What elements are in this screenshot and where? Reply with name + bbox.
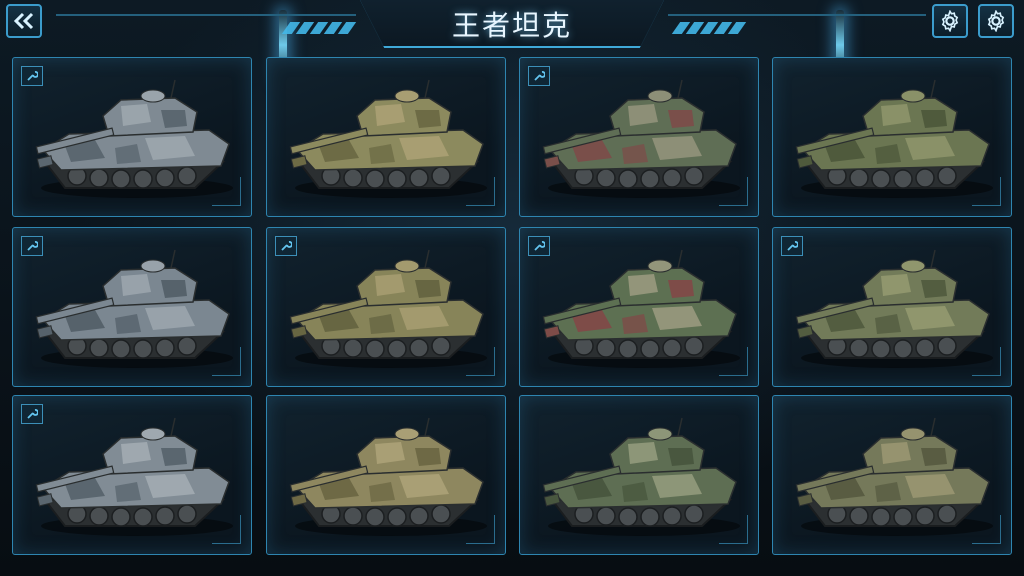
wrench-icon bbox=[534, 71, 545, 81]
page-title: 王者坦克 bbox=[451, 9, 572, 42]
tank-image bbox=[795, 79, 993, 198]
tank-image bbox=[289, 249, 487, 368]
gear-icon bbox=[987, 10, 1005, 32]
tank-card[interactable] bbox=[266, 227, 506, 387]
card-corner-decoration bbox=[719, 515, 748, 544]
wrench-badge bbox=[21, 404, 43, 424]
tank-card[interactable] bbox=[266, 395, 506, 555]
tank-card[interactable] bbox=[772, 227, 1012, 387]
card-corner-decoration bbox=[466, 515, 495, 544]
wrench-badge bbox=[528, 236, 550, 256]
tank-card[interactable] bbox=[12, 57, 252, 217]
wrench-badge bbox=[275, 236, 297, 256]
card-corner-decoration bbox=[972, 347, 1001, 376]
card-corner-decoration bbox=[972, 177, 1001, 206]
decorative-stripes bbox=[281, 22, 357, 34]
header-divider bbox=[668, 14, 926, 16]
card-corner-decoration bbox=[212, 347, 241, 376]
tank-card[interactable] bbox=[266, 57, 506, 217]
tank-card[interactable] bbox=[12, 227, 252, 387]
tank-image bbox=[795, 249, 993, 368]
tank-image bbox=[542, 79, 740, 198]
card-corner-decoration bbox=[719, 177, 748, 206]
tank-image bbox=[542, 417, 740, 536]
decorative-stripes bbox=[671, 22, 747, 34]
back-button[interactable] bbox=[6, 4, 42, 38]
tank-image bbox=[35, 79, 233, 198]
card-corner-decoration bbox=[719, 347, 748, 376]
wrench-icon bbox=[27, 241, 38, 251]
wrench-badge bbox=[21, 66, 43, 86]
tank-card[interactable] bbox=[519, 57, 759, 217]
double-chevron-left-icon bbox=[13, 12, 34, 30]
wrench-badge bbox=[21, 236, 43, 256]
card-corner-decoration bbox=[972, 515, 1001, 544]
wrench-icon bbox=[787, 241, 798, 251]
card-corner-decoration bbox=[212, 515, 241, 544]
tank-image bbox=[289, 417, 487, 536]
wrench-badge bbox=[528, 66, 550, 86]
card-corner-decoration bbox=[466, 347, 495, 376]
settings-button[interactable] bbox=[932, 4, 968, 38]
header-divider bbox=[56, 14, 356, 16]
wrench-icon bbox=[534, 241, 545, 251]
tank-card[interactable] bbox=[519, 395, 759, 555]
card-corner-decoration bbox=[466, 177, 495, 206]
tank-card[interactable] bbox=[772, 57, 1012, 217]
wrench-icon bbox=[281, 241, 292, 251]
tank-image bbox=[795, 417, 993, 536]
tank-card[interactable] bbox=[772, 395, 1012, 555]
tank-card[interactable] bbox=[519, 227, 759, 387]
top-bar: 王者坦克 bbox=[0, 0, 1024, 52]
settings-button-2[interactable] bbox=[978, 4, 1014, 38]
tank-card[interactable] bbox=[12, 395, 252, 555]
wrench-icon bbox=[27, 71, 38, 81]
tank-grid bbox=[12, 57, 1012, 555]
gear-icon bbox=[941, 10, 959, 32]
tank-image bbox=[35, 417, 233, 536]
tank-image bbox=[35, 249, 233, 368]
card-corner-decoration bbox=[212, 177, 241, 206]
tank-image bbox=[542, 249, 740, 368]
tank-image bbox=[289, 79, 487, 198]
wrench-icon bbox=[27, 409, 38, 419]
wrench-badge bbox=[781, 236, 803, 256]
